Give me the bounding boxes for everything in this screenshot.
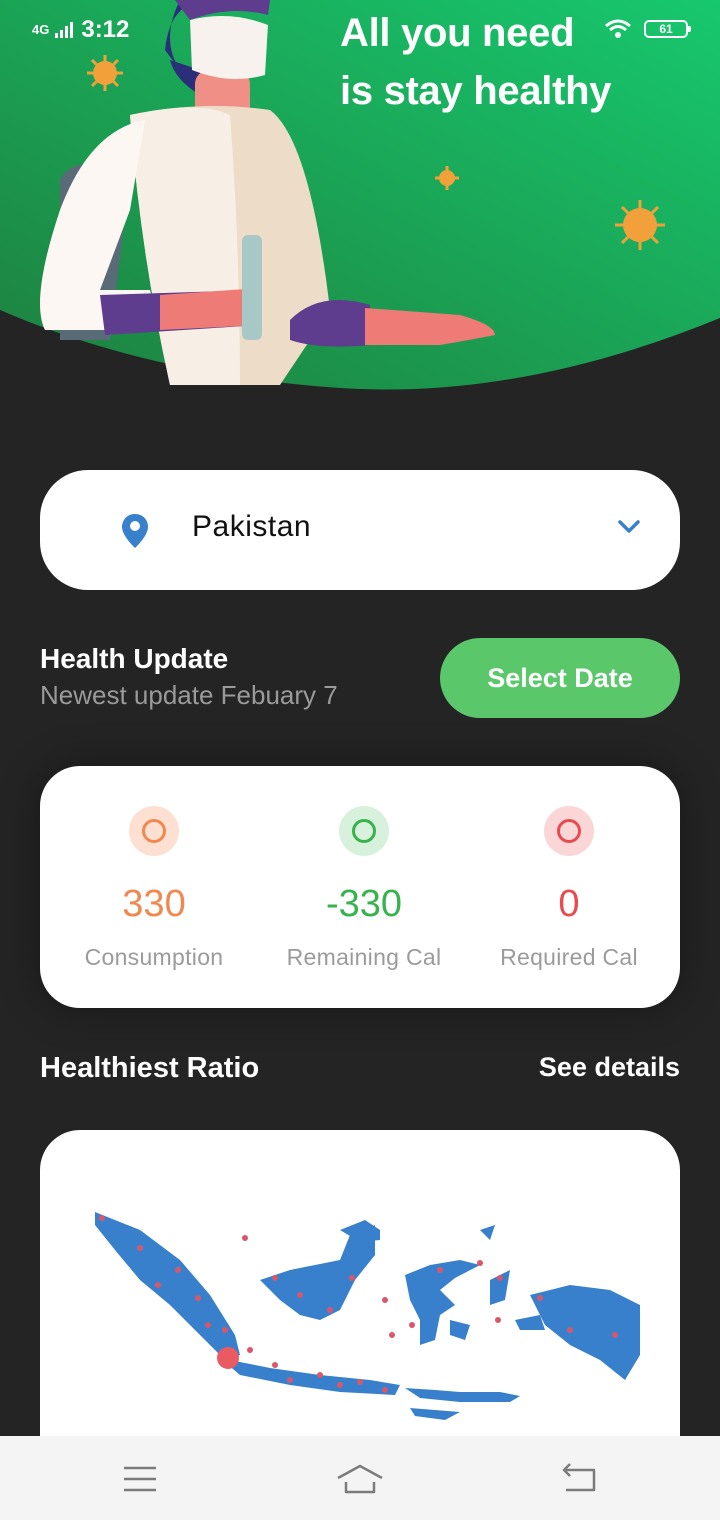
stat-consumption: 330 Consumption [49, 806, 259, 971]
back-icon[interactable] [560, 1462, 598, 1494]
stat-label: Remaining Cal [286, 944, 442, 970]
country-dropdown[interactable]: Pakistan [40, 470, 680, 590]
signal-icon [55, 22, 74, 38]
country-value: Pakistan [192, 510, 312, 543]
consumption-indicator-icon [129, 806, 179, 856]
system-navigation-bar [0, 1436, 720, 1520]
menu-icon[interactable] [122, 1462, 158, 1494]
remaining-indicator-icon [339, 806, 389, 856]
battery-indicator: 61 [644, 20, 691, 38]
headline-line-2: is stay healthy [340, 69, 612, 113]
stat-remaining-cal: -330 Remaining Cal [259, 806, 469, 971]
stat-label: Required Cal [500, 944, 638, 970]
chevron-down-icon[interactable] [618, 520, 640, 534]
clock: 3:12 [81, 16, 130, 43]
health-update-title: Health Update [40, 643, 229, 674]
healthiest-ratio-title: Healthiest Ratio [40, 1052, 260, 1084]
location-pin-icon [122, 514, 148, 548]
stat-required-cal: 0 Required Cal [464, 806, 674, 971]
stat-label: Consumption [84, 944, 224, 970]
stats-card: 330 Consumption -330 Remaining Cal 0 Req… [40, 766, 680, 1008]
hero-headline: All you need is stay healthy [340, 4, 611, 120]
network-indicator: 4G [32, 22, 50, 37]
map-card [40, 1130, 680, 1470]
headline-line-1: All you need [340, 11, 575, 55]
see-details-link[interactable]: See details [539, 1052, 680, 1083]
stat-value: 330 [122, 883, 186, 925]
required-indicator-icon [544, 806, 594, 856]
indonesia-map [95, 1212, 640, 1420]
health-update-subtitle: Newest update Febuary 7 [40, 680, 338, 710]
select-date-button[interactable]: Select Date [440, 638, 680, 718]
stat-value: -330 [325, 883, 403, 925]
stat-value: 0 [558, 883, 580, 925]
home-icon[interactable] [336, 1462, 384, 1496]
